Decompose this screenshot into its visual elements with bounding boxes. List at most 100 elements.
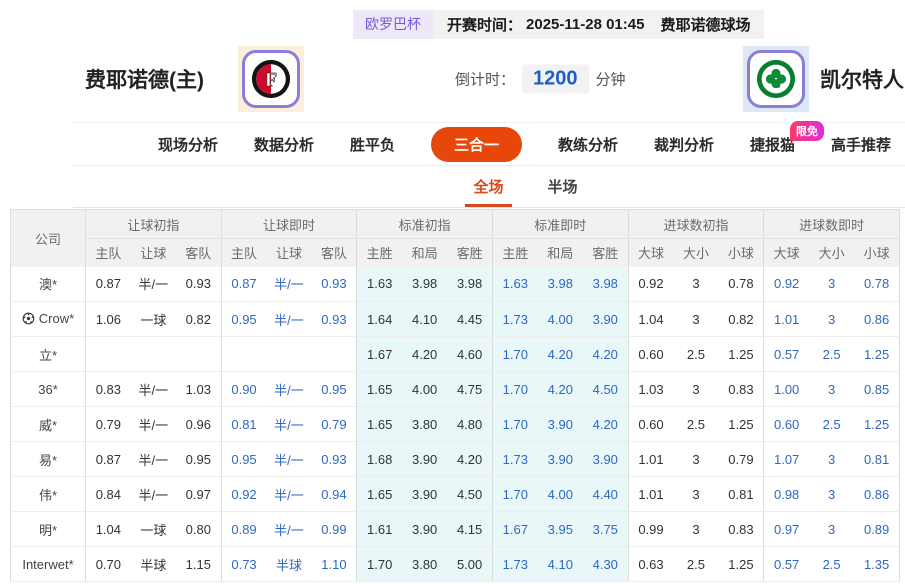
odds-cell: 4.10 [402, 302, 447, 337]
odds-row: 易*0.87半/一0.950.95半/一0.931.683.904.201.73… [11, 442, 900, 477]
odds-cell: 1.04 [86, 512, 131, 547]
company-cell[interactable]: Crow* [11, 302, 86, 337]
odds-cell: 1.35 [854, 547, 899, 582]
match-info-inner: 欧罗巴杯 开赛时间： 2025-11-28 01:45 费耶诺德球场 [353, 10, 764, 39]
odds-cell: 4.20 [583, 407, 628, 442]
odds-cell: 0.83 [86, 372, 131, 407]
company-name: 36* [38, 382, 58, 397]
odds-cell: 4.10 [538, 547, 583, 582]
company-cell[interactable]: 明* [11, 512, 86, 547]
odds-cell: 0.82 [719, 302, 764, 337]
col-header-主胜: 主胜 [357, 239, 402, 267]
company-name: 澳* [39, 277, 57, 292]
odds-cell: 1.01 [628, 477, 673, 512]
company-cell[interactable]: Interwet* [11, 547, 86, 582]
odds-cell: 0.79 [312, 407, 357, 442]
odds-cell: 3 [809, 512, 854, 547]
period-tabs: 全场 半场 [73, 166, 905, 208]
odds-cell: 0.87 [86, 442, 131, 477]
odds-cell: 半/一 [266, 267, 311, 302]
odds-cell [86, 337, 131, 372]
football-icon [22, 313, 35, 328]
odds-cell: 3 [673, 267, 718, 302]
odds-cell: 3.90 [583, 442, 628, 477]
company-name: 立* [39, 348, 57, 363]
odds-cell: 0.93 [312, 267, 357, 302]
odds-cell: 3.75 [583, 512, 628, 547]
odds-cell: 1.10 [312, 547, 357, 582]
nav-item-现场分析[interactable]: 现场分析 [158, 134, 218, 155]
odds-cell: 4.75 [447, 372, 492, 407]
odds-row: 伟*0.84半/一0.970.92半/一0.941.653.904.501.70… [11, 477, 900, 512]
odds-cell: 1.70 [492, 372, 537, 407]
col-header-主队: 主队 [86, 239, 131, 267]
nav-item-高手推荐[interactable]: 高手推荐 [831, 134, 891, 155]
col-header-客胜: 客胜 [447, 239, 492, 267]
odds-cell: 4.20 [583, 337, 628, 372]
odds-cell: 0.83 [719, 512, 764, 547]
odds-cell: 0.86 [854, 477, 899, 512]
odds-cell: 半/一 [131, 407, 176, 442]
odds-cell: 0.92 [628, 267, 673, 302]
nav-item-数据分析[interactable]: 数据分析 [254, 134, 314, 155]
odds-cell: 4.40 [583, 477, 628, 512]
kickoff-info: 开赛时间： 2025-11-28 01:45 费耶诺德球场 [433, 10, 764, 39]
company-cell[interactable]: 易* [11, 442, 86, 477]
celtic-crest-icon [747, 50, 805, 108]
odds-cell: 1.67 [492, 512, 537, 547]
odds-cell: 0.93 [312, 302, 357, 337]
odds-cell [131, 337, 176, 372]
odds-cell: 0.84 [86, 477, 131, 512]
odds-cell: 2.5 [809, 547, 854, 582]
tab-半场[interactable]: 半场 [548, 166, 578, 207]
odds-cell: 1.03 [628, 372, 673, 407]
odds-cell: 0.78 [854, 267, 899, 302]
col-header-大球: 大球 [764, 239, 809, 267]
odds-cell: 半球 [131, 547, 176, 582]
countdown-value: 1200 [522, 65, 589, 94]
odds-cell: 1.67 [357, 337, 402, 372]
nav-item-教练分析[interactable]: 教练分析 [558, 134, 618, 155]
company-cell[interactable]: 36* [11, 372, 86, 407]
odds-cell: 半/一 [131, 442, 176, 477]
odds-cell: 3.98 [538, 267, 583, 302]
group-header-让球初指: 让球初指 [86, 210, 222, 239]
nav-item-label: 裁判分析 [654, 137, 714, 154]
nav-item-label: 现场分析 [158, 137, 218, 154]
group-header-让球即时: 让球即时 [221, 210, 357, 239]
odds-cell: 0.79 [719, 442, 764, 477]
nav-item-裁判分析[interactable]: 裁判分析 [654, 134, 714, 155]
nav-item-捷报猫[interactable]: 捷报猫限免 [750, 134, 795, 155]
odds-cell: 0.94 [312, 477, 357, 512]
group-header-标准即时: 标准即时 [492, 210, 628, 239]
nav-item-三合一[interactable]: 三合一 [431, 127, 522, 162]
company-cell[interactable]: 澳* [11, 267, 86, 302]
odds-cell: 0.73 [221, 547, 266, 582]
odds-cell: 0.86 [854, 302, 899, 337]
match-info-bar: 欧罗巴杯 开赛时间： 2025-11-28 01:45 费耶诺德球场 [0, 0, 905, 36]
odds-cell: 0.81 [854, 442, 899, 477]
league-badge: 欧罗巴杯 [353, 10, 433, 39]
odds-cell: 2.5 [673, 547, 718, 582]
countdown-label: 倒计时： [455, 69, 515, 90]
odds-cell: 1.70 [492, 337, 537, 372]
odds-cell: 3.80 [402, 407, 447, 442]
tab-全场[interactable]: 全场 [473, 166, 503, 207]
nav-item-胜平负[interactable]: 胜平负 [350, 134, 395, 155]
odds-cell: 半/一 [266, 302, 311, 337]
company-cell[interactable]: 威* [11, 407, 86, 442]
company-name: 威* [39, 418, 57, 433]
odds-cell: 0.60 [764, 407, 809, 442]
col-header-主胜: 主胜 [492, 239, 537, 267]
odds-cell: 半/一 [266, 442, 311, 477]
company-cell[interactable]: 伟* [11, 477, 86, 512]
odds-cell: 3.98 [583, 267, 628, 302]
odds-table: 公司让球初指让球即时标准初指标准即时进球数初指进球数即时主队让球客队主队让球客队… [10, 209, 900, 582]
odds-cell: 4.00 [538, 477, 583, 512]
odds-cell: 1.70 [492, 477, 537, 512]
home-team-name: 费耶诺德(主) [85, 64, 204, 94]
col-header-让球: 让球 [266, 239, 311, 267]
company-cell[interactable]: 立* [11, 337, 86, 372]
nav-item-label: 胜平负 [350, 137, 395, 154]
odds-cell: 0.60 [628, 407, 673, 442]
